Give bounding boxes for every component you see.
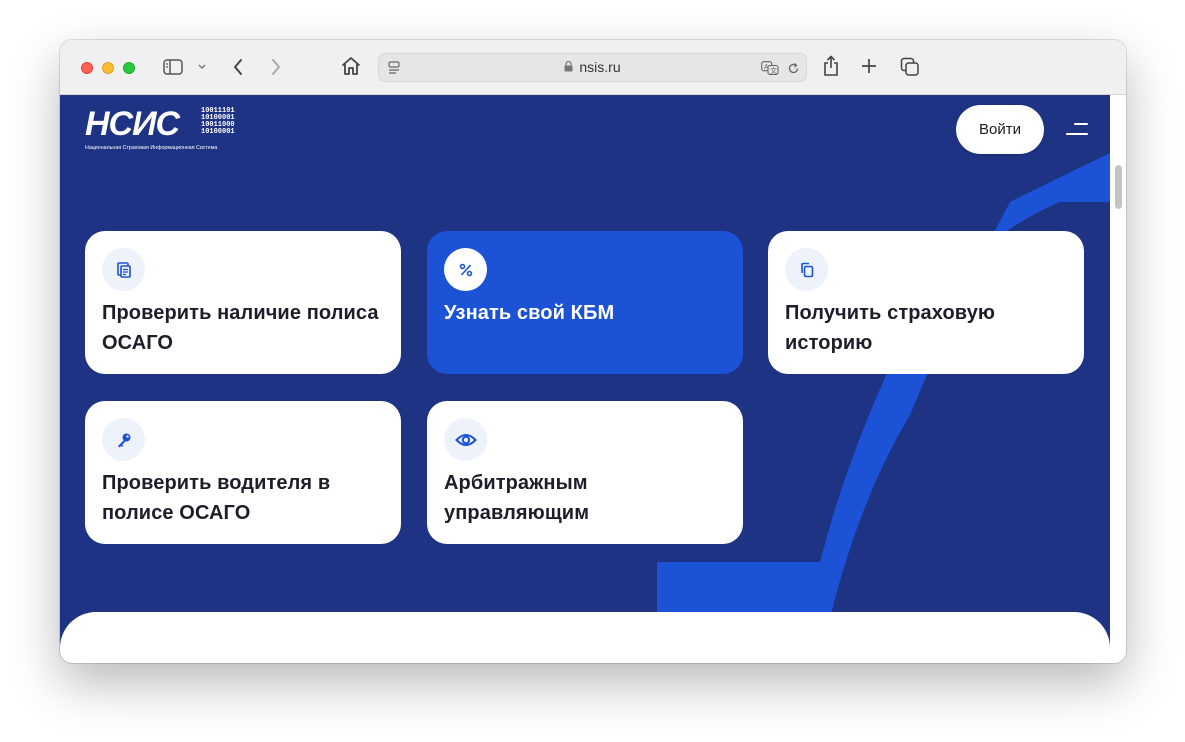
reload-icon[interactable]	[785, 60, 801, 76]
eye-icon	[444, 418, 487, 461]
logo-text: НСИС	[85, 105, 180, 143]
tab-overview-icon[interactable]	[899, 56, 921, 78]
card-kbm[interactable]: Узнать свой КБМ	[427, 231, 743, 374]
url-text: nsis.ru	[579, 59, 621, 75]
card-title: Проверить наличие полиса ОСАГО	[102, 302, 379, 354]
card-insurance-history[interactable]: Получить страховую историю	[768, 231, 1084, 374]
minimize-window-button[interactable]	[102, 62, 114, 74]
content-panel	[60, 612, 1110, 663]
login-button[interactable]: Войти	[956, 105, 1044, 154]
card-check-driver[interactable]: Проверить водителя в полисе ОСАГО	[85, 401, 401, 544]
close-window-button[interactable]	[81, 62, 93, 74]
percent-icon	[444, 248, 487, 291]
card-arbitration-managers[interactable]: Арбитражным управляющим	[427, 401, 743, 544]
address-bar[interactable]: nsis.ru A文	[378, 53, 807, 82]
svg-text:文: 文	[770, 66, 777, 75]
copy-documents-icon	[785, 248, 828, 291]
scrollbar-thumb[interactable]	[1115, 165, 1122, 209]
nsis-logo[interactable]: НСИС 10011101 10100001 10011000 10100001…	[85, 105, 245, 151]
forward-icon[interactable]	[266, 56, 286, 78]
scrollbar[interactable]	[1110, 95, 1126, 663]
card-title: Получить страховую историю	[785, 302, 996, 354]
share-icon[interactable]	[820, 54, 842, 78]
zoom-window-button[interactable]	[123, 62, 135, 74]
document-list-icon	[102, 248, 145, 291]
sidebar-toggle-icon[interactable]	[162, 58, 184, 76]
key-icon	[102, 418, 145, 461]
translate-icon[interactable]: A文	[760, 60, 780, 76]
card-check-osago-policy[interactable]: Проверить наличие полиса ОСАГО	[85, 231, 401, 374]
card-title: Узнать свой КБМ	[444, 302, 615, 324]
logo-binary: 10011101 10100001 10011000 10100001	[201, 107, 235, 136]
decorative-background-shape	[657, 153, 1110, 663]
home-icon[interactable]	[340, 55, 362, 77]
card-title: Арбитражным управляющим	[444, 472, 590, 524]
new-tab-icon[interactable]	[859, 56, 879, 76]
page-content: НСИС 10011101 10100001 10011000 10100001…	[60, 95, 1110, 663]
lock-icon	[564, 54, 573, 81]
back-icon[interactable]	[228, 56, 248, 78]
hamburger-menu-icon[interactable]	[1066, 119, 1092, 139]
chevron-down-icon[interactable]	[196, 61, 208, 73]
browser-toolbar: nsis.ru A文	[60, 40, 1126, 95]
browser-window: nsis.ru A文 НСИС 10011101 10100001 100110…	[60, 40, 1126, 663]
card-title: Проверить водителя в полисе ОСАГО	[102, 472, 331, 524]
logo-subtitle: Национальная Страховая Информационная Си…	[85, 145, 218, 151]
